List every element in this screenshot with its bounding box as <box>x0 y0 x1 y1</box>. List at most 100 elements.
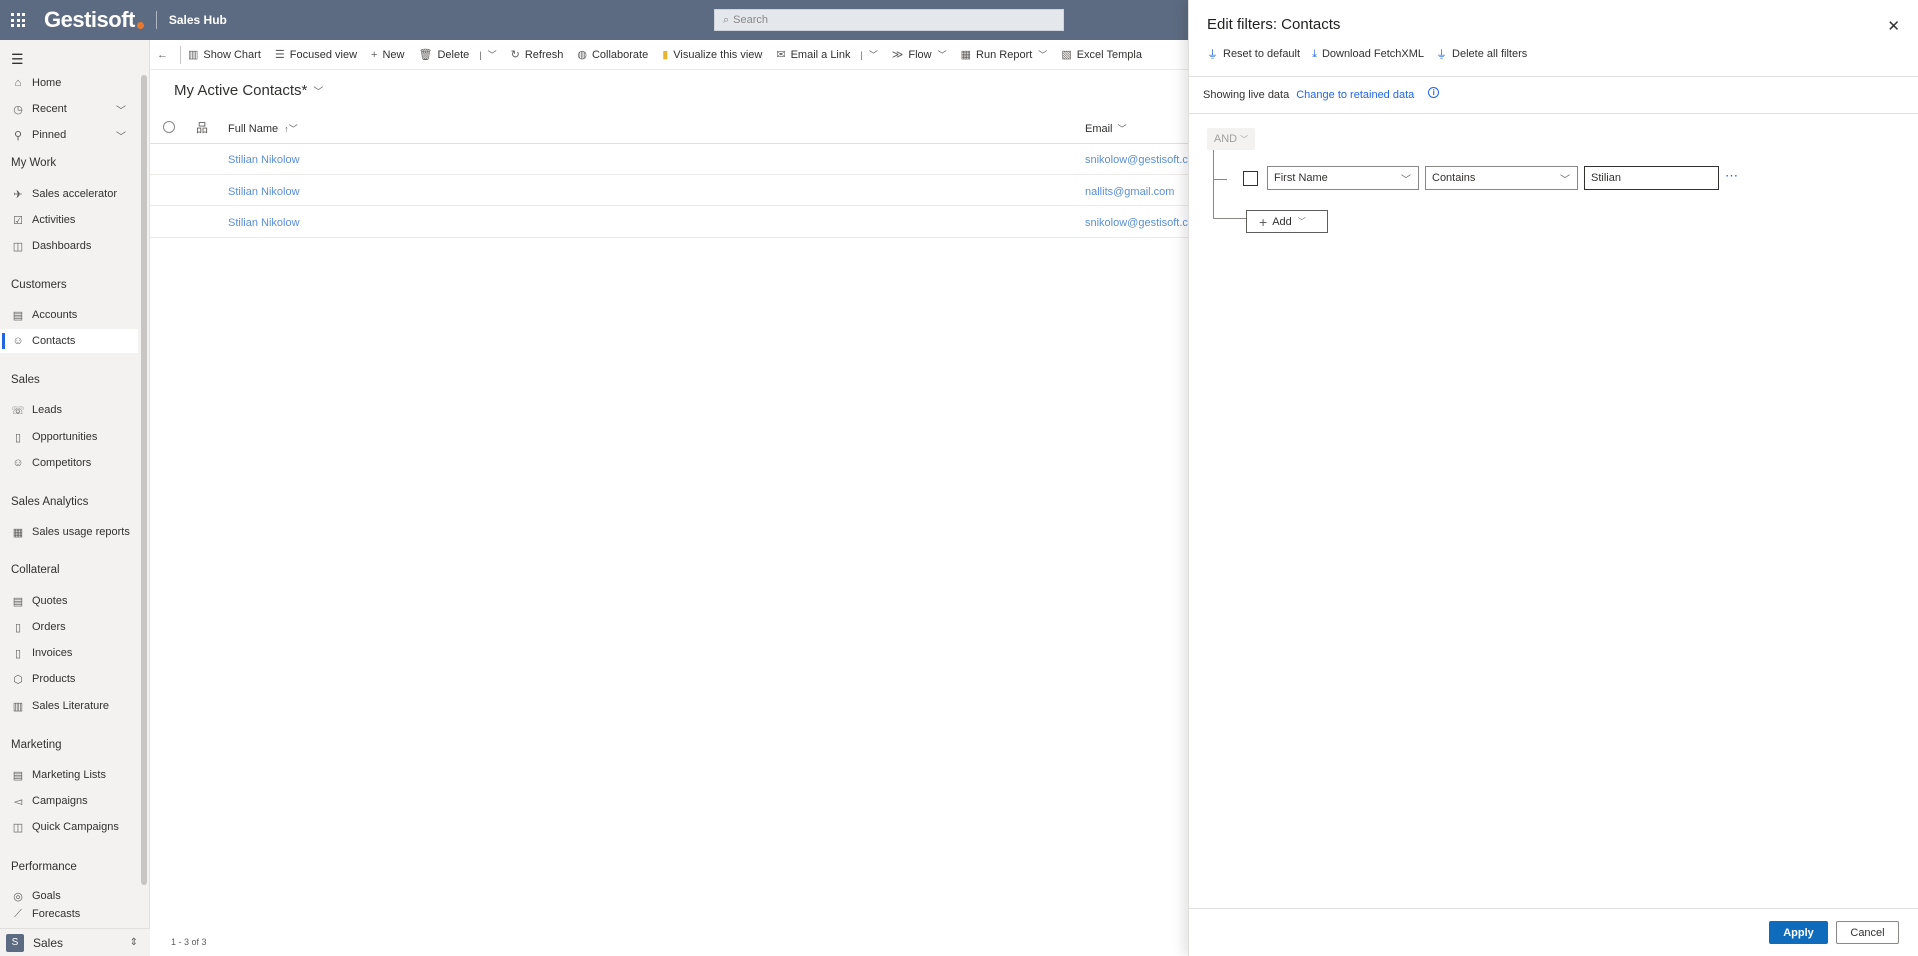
contact-name-link[interactable]: Stilian Nikolow <box>228 154 300 166</box>
contact-email-link[interactable]: nallits@gmail.com <box>1085 186 1190 198</box>
sidebar-item-label: Recent <box>32 103 67 115</box>
command-label: Collaborate <box>591 48 649 61</box>
collaborate-icon: ◍ <box>577 49 587 61</box>
sidebar-item-invoices[interactable]: ▯ Invoices <box>0 641 138 665</box>
chevron-down-icon[interactable]: ﹀ <box>116 102 126 117</box>
refresh-icon: ↻ <box>510 49 520 61</box>
mail-icon: ✉ <box>776 49 786 61</box>
new-button[interactable]: + New <box>364 40 411 69</box>
apply-button[interactable]: Apply <box>1769 921 1828 944</box>
chart-icon: ⟋ <box>14 907 22 920</box>
contact-name-link[interactable]: Stilian Nikolow <box>228 217 300 229</box>
contact-email-link[interactable]: snikolow@gestisoft.com <box>1085 154 1190 166</box>
brand-logo[interactable]: Gestisoft <box>44 7 144 33</box>
hamburger-icon[interactable]: ☰ <box>11 51 24 68</box>
grid-header <box>150 116 1190 144</box>
sidebar-item-sales-literature[interactable]: ▥ Sales Literature <box>0 694 138 718</box>
info-icon[interactable]: i <box>1428 86 1440 98</box>
sidebar-item-label: Contacts <box>32 335 76 347</box>
sidebar-item-dashboards[interactable]: ◫ Dashboards <box>0 234 138 258</box>
sidebar-item-orders[interactable]: ▯ Orders <box>0 615 138 639</box>
table-row[interactable] <box>150 207 1190 238</box>
group-operator-dropdown[interactable]: AND ﹀ <box>1207 128 1255 150</box>
app-title[interactable]: Sales Hub <box>169 13 227 27</box>
command-label: New <box>382 48 405 61</box>
select-all-radio[interactable] <box>163 121 175 133</box>
sidebar-item-forecasts[interactable]: ⟋ Forecasts <box>0 906 138 922</box>
sidebar-item-opportunities[interactable]: ▯ Opportunities <box>0 425 138 449</box>
table-row[interactable] <box>150 175 1190 206</box>
sidebar-scrollbar[interactable] <box>141 75 147 885</box>
live-data-label: Showing live data <box>1203 89 1290 101</box>
chevron-down-icon: ﹀ <box>1117 124 1127 134</box>
refresh-button[interactable]: ↻ Refresh <box>504 40 571 69</box>
edit-filters-panel: Edit filters: Contacts ✕ ⏚ Reset to defa… <box>1188 0 1918 956</box>
sidebar-item-goals[interactable]: ◎ Goals <box>0 884 138 908</box>
brand-dot-icon <box>136 21 144 29</box>
condition-value-input[interactable]: Stilian <box>1584 166 1719 190</box>
add-button[interactable]: + Add ﹀ <box>1246 210 1328 233</box>
nav-group-sales: Sales <box>11 374 40 386</box>
sidebar-item-quick-campaigns[interactable]: ◫ Quick Campaigns <box>0 815 138 839</box>
reset-to-default-button[interactable]: ⏚ Reset to default <box>1207 46 1300 62</box>
chevron-down-icon[interactable]: ﹀ <box>488 48 497 61</box>
run-report-button[interactable]: ▦ Run Report ﹀ <box>954 40 1055 69</box>
sidebar-item-leads[interactable]: ☏ Leads <box>0 398 138 422</box>
sidebar-item-activities[interactable]: ☑ Activities <box>0 208 138 232</box>
operator-select[interactable]: Contains ﹀ <box>1425 166 1578 190</box>
command-label: Flow <box>908 48 932 61</box>
flow-button[interactable]: ≫ Flow ﹀ <box>885 40 954 69</box>
column-header-full-name[interactable]: Full Name ↑﹀ <box>228 122 298 135</box>
back-button[interactable]: ← <box>150 40 180 69</box>
contact-email-link[interactable]: snikolow@gestisoft.com <box>1085 217 1190 229</box>
close-icon[interactable]: ✕ <box>1887 17 1900 35</box>
area-switcher[interactable]: S Sales ⇕ <box>0 928 150 956</box>
panel-title: Edit filters: Contacts <box>1207 16 1341 33</box>
data-source-row: Showing live data Change to retained dat… <box>1203 86 1440 101</box>
focused-view-button[interactable]: ☰ Focused view <box>268 40 364 69</box>
view-selector[interactable]: My Active Contacts* ﹀ <box>174 82 323 99</box>
column-header-email[interactable]: Email ﹀ <box>1085 122 1127 135</box>
add-label: Add <box>1272 215 1292 228</box>
hierarchy-icon[interactable]: 品 <box>196 119 208 136</box>
email-link-button[interactable]: ✉ Email a Link | ﹀ <box>769 40 885 69</box>
collaborate-button[interactable]: ◍ Collaborate <box>570 40 655 69</box>
app-launcher-icon[interactable] <box>0 0 36 40</box>
chevron-down-icon[interactable]: ﹀ <box>116 128 126 143</box>
delete-button[interactable]: 🗑 Delete | ﹀ <box>411 40 503 69</box>
excel-templates-button[interactable]: ▧ Excel Templa <box>1054 40 1149 69</box>
person-icon: ☺ <box>12 335 24 347</box>
chevron-down-icon[interactable]: ﹀ <box>869 48 878 61</box>
nav-group-collateral: Collateral <box>11 564 60 576</box>
cancel-button[interactable]: Cancel <box>1836 921 1899 944</box>
delete-all-filters-button[interactable]: ⏚ Delete all filters <box>1436 46 1527 62</box>
condition-checkbox[interactable] <box>1243 171 1258 186</box>
sidebar-item-products[interactable]: ⬡ Products <box>0 667 138 691</box>
brand-divider <box>155 11 157 29</box>
sidebar-item-contacts[interactable]: ☺ Contacts <box>0 329 138 353</box>
sidebar-item-recent[interactable]: ◷ Recent ﹀ <box>0 97 138 121</box>
visualize-button[interactable]: ▮ Visualize this view <box>655 40 769 69</box>
sidebar-item-label: Opportunities <box>32 431 98 443</box>
change-to-retained-link[interactable]: Change to retained data <box>1296 89 1414 101</box>
table-row[interactable] <box>150 144 1190 175</box>
sidebar-item-marketing-lists[interactable]: ▤ Marketing Lists <box>0 763 138 787</box>
sidebar-item-competitors[interactable]: ☺ Competitors <box>0 451 138 475</box>
sidebar-item-campaigns[interactable]: ◅ Campaigns <box>0 789 138 813</box>
sidebar-item-pinned[interactable]: ⚲ Pinned ﹀ <box>0 123 138 147</box>
sidebar-item-sales-accelerator[interactable]: ✈ Sales accelerator <box>0 182 138 206</box>
pin-icon: ⚲ <box>13 129 23 142</box>
sidebar-item-label: Forecasts <box>32 908 81 920</box>
field-select[interactable]: First Name ﹀ <box>1267 166 1419 190</box>
sidebar-item-home[interactable]: ⌂ Home <box>0 71 138 95</box>
sidebar-item-accounts[interactable]: ▤ Accounts <box>0 303 138 327</box>
contact-name-link[interactable]: Stilian Nikolow <box>228 186 300 198</box>
site-map: ☰ ⌂ Home ◷ Recent ﹀ ⚲ Pinned ﹀ My Work ✈… <box>0 40 150 956</box>
download-fetchxml-button[interactable]: ⤓ Download FetchXML <box>1312 46 1424 62</box>
sidebar-item-sales-usage-reports[interactable]: ▦ Sales usage reports <box>0 520 138 544</box>
sidebar-item-label: Marketing Lists <box>32 769 106 781</box>
more-options-icon[interactable]: ⋯ <box>1725 168 1739 184</box>
sidebar-item-quotes[interactable]: ▤ Quotes <box>0 589 138 613</box>
show-chart-button[interactable]: ▥ Show Chart <box>181 40 268 69</box>
search-input[interactable]: ⌕ Search <box>714 9 1064 31</box>
